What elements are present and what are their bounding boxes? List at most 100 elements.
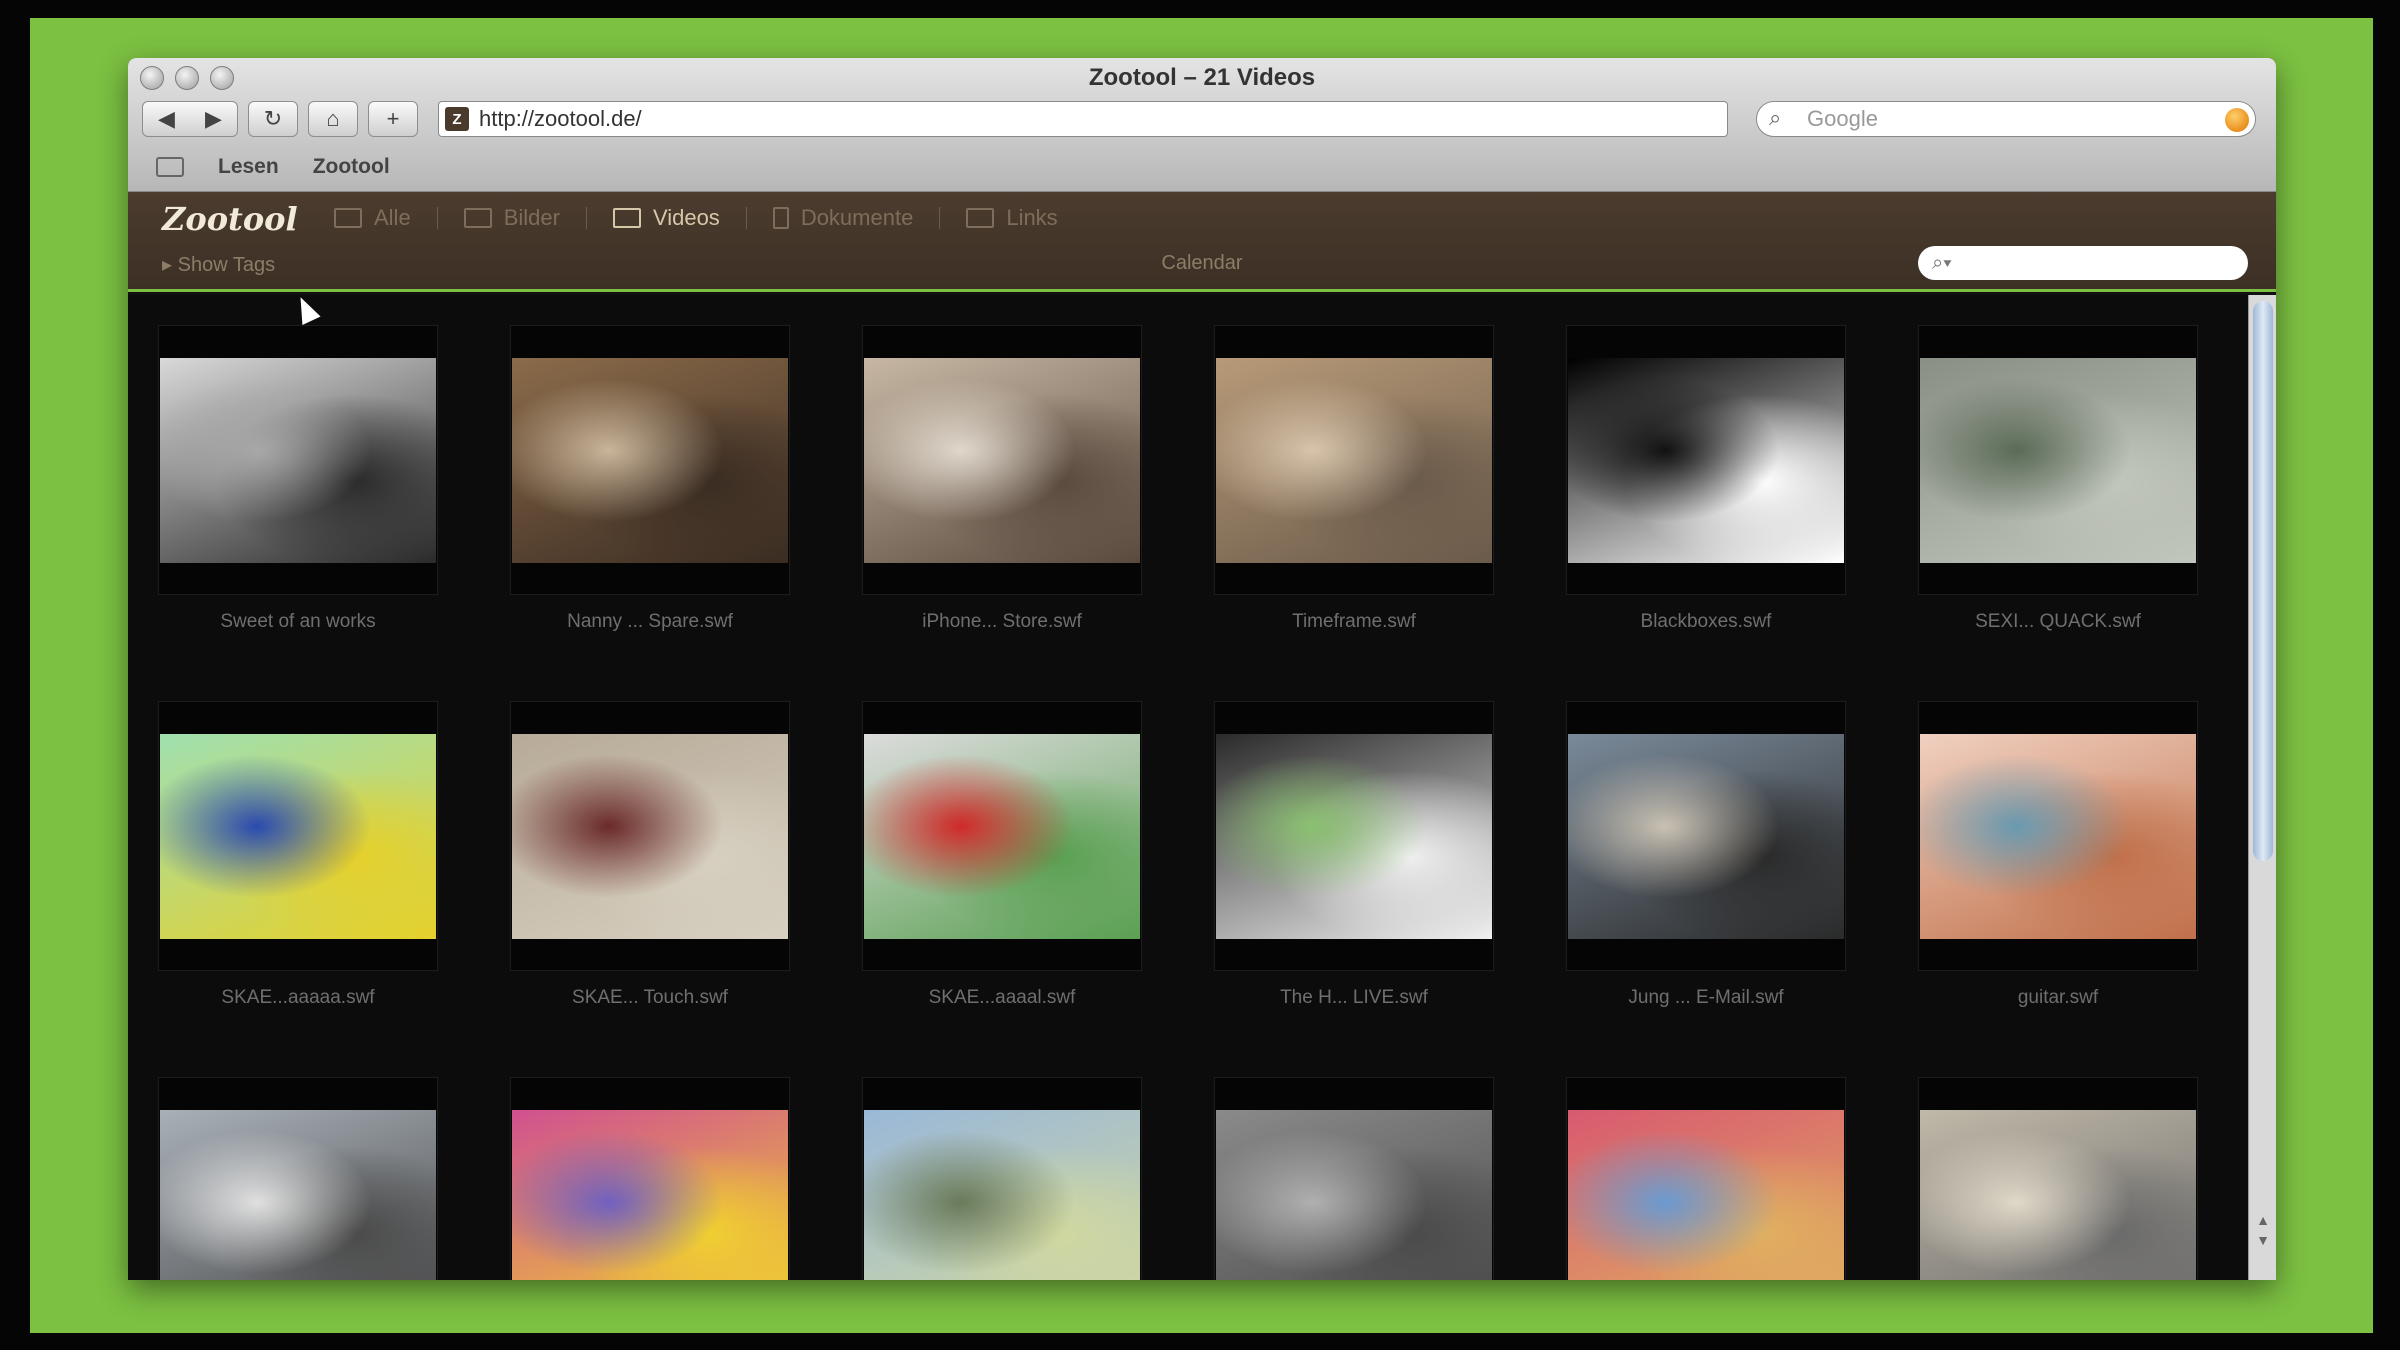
video-thumbnail-frame[interactable]: [862, 701, 1142, 971]
video-caption[interactable]: SEXI... QUACK.swf: [1918, 611, 2198, 633]
video-thumbnail-frame[interactable]: [862, 325, 1142, 595]
video-item[interactable]: Blackboxes.swf: [1566, 325, 1846, 645]
video-thumbnail[interactable]: [1568, 733, 1844, 939]
tab-label: Videos: [652, 205, 720, 230]
address-bar[interactable]: Z http://zootool.de/: [438, 101, 1728, 137]
video-item[interactable]: Nanny ... Spare.swf: [510, 325, 790, 645]
video-thumbnail[interactable]: [512, 1109, 788, 1280]
bookmark-lesen[interactable]: Lesen: [218, 155, 279, 179]
grid-icon: [334, 208, 362, 228]
video-caption[interactable]: Blackboxes.swf: [1566, 611, 1846, 633]
video-thumbnail-frame[interactable]: [1918, 1077, 2198, 1280]
video-item[interactable]: SEXI... QUACK.swf: [1918, 325, 2198, 645]
video-item[interactable]: SKAE...aaaaa.swf: [158, 701, 438, 1021]
back-forward-buttons[interactable]: ◀ ▶: [142, 101, 238, 137]
bookmark-zootool[interactable]: Zootool: [313, 155, 390, 179]
video-item[interactable]: Street.swf: [1214, 1077, 1494, 1280]
video-thumbnail[interactable]: [1216, 357, 1492, 563]
video-item[interactable]: iPhone... Store.swf: [862, 325, 1142, 645]
reload-button[interactable]: ↻: [248, 101, 298, 137]
video-thumbnail[interactable]: [160, 1109, 436, 1280]
video-thumbnail[interactable]: [512, 357, 788, 563]
video-item[interactable]: Rainbow.swf: [862, 1077, 1142, 1280]
video-thumbnail[interactable]: [1216, 733, 1492, 939]
search-icon: ⌕▾: [1932, 251, 1952, 274]
video-thumbnail-frame[interactable]: [1214, 701, 1494, 971]
video-thumbnail-frame[interactable]: [158, 701, 438, 971]
favicon-icon: Z: [445, 107, 469, 131]
video-grid: Sweet of an works Nanny ... Spare.swf iPho…: [158, 325, 2218, 1280]
video-item[interactable]: Sweet of an works: [158, 325, 438, 645]
back-arrow-icon[interactable]: ◀: [158, 106, 175, 132]
video-thumbnail-frame[interactable]: [158, 325, 438, 595]
bookmarks-book-icon[interactable]: [156, 157, 184, 177]
address-text[interactable]: http://zootool.de/: [479, 106, 642, 132]
video-caption[interactable]: SKAE...aaaal.swf: [862, 987, 1142, 1009]
video-item[interactable]: Paint.swf: [1566, 1077, 1846, 1280]
video-thumbnail-frame[interactable]: [862, 1077, 1142, 1280]
video-thumbnail[interactable]: [1568, 357, 1844, 563]
browser-search-field[interactable]: ⌕ Google: [1756, 101, 2256, 137]
video-thumbnail[interactable]: [1216, 1109, 1492, 1280]
tab-all[interactable]: Alle: [308, 198, 437, 238]
video-caption[interactable]: Sweet of an works: [158, 611, 438, 633]
video-grid-area: Sweet of an works Nanny ... Spare.swf iPho…: [128, 295, 2248, 1280]
home-button[interactable]: ⌂: [308, 101, 358, 137]
reload-icon: ↻: [263, 106, 283, 131]
video-thumbnail-frame[interactable]: [1566, 325, 1846, 595]
scroll-arrows[interactable]: ▲ ▼: [2253, 1210, 2273, 1250]
tab-links[interactable]: Links: [940, 198, 1083, 238]
tab-documents[interactable]: Dokumente: [747, 198, 940, 238]
video-item[interactable]: Jung ... E-Mail.swf: [1566, 701, 1846, 1021]
video-caption[interactable]: SKAE... Touch.swf: [510, 987, 790, 1009]
video-item[interactable]: SKAE...aaaal.swf: [862, 701, 1142, 1021]
video-caption[interactable]: Nanny ... Spare.swf: [510, 611, 790, 633]
video-caption[interactable]: SKAE...aaaaa.swf: [158, 987, 438, 1009]
video-thumbnail-frame[interactable]: [1566, 701, 1846, 971]
snapback-icon[interactable]: [2225, 108, 2249, 132]
video-thumbnail[interactable]: [864, 357, 1140, 563]
vertical-scrollbar[interactable]: ▲ ▼: [2248, 295, 2276, 1280]
video-thumbnail-frame[interactable]: [510, 325, 790, 595]
video-item[interactable]: Simpsons.swf: [510, 1077, 790, 1280]
video-thumbnail-frame[interactable]: [1566, 1077, 1846, 1280]
media-tabs: Alle Bilder Videos Dokumente Links: [308, 198, 1084, 238]
video-thumbnail[interactable]: [1568, 1109, 1844, 1280]
video-thumbnail[interactable]: [160, 357, 436, 563]
search-placeholder: Google: [1807, 106, 1878, 131]
tab-videos[interactable]: Videos: [587, 198, 746, 238]
video-thumbnail-frame[interactable]: [510, 701, 790, 971]
video-thumbnail-frame[interactable]: [1214, 325, 1494, 595]
video-thumbnail[interactable]: [1920, 733, 2196, 939]
video-thumbnail-frame[interactable]: [1214, 1077, 1494, 1280]
video-thumbnail[interactable]: [864, 733, 1140, 939]
tab-images[interactable]: Bilder: [438, 198, 586, 238]
video-item[interactable]: Guitar Player.swf: [158, 1077, 438, 1280]
video-thumbnail-frame[interactable]: [158, 1077, 438, 1280]
video-item[interactable]: Timeframe.swf: [1214, 325, 1494, 645]
video-thumbnail[interactable]: [1920, 357, 2196, 563]
video-caption[interactable]: guitar.swf: [1918, 987, 2198, 1009]
video-thumbnail-frame[interactable]: [1918, 325, 2198, 595]
video-thumbnail-frame[interactable]: [510, 1077, 790, 1280]
video-thumbnail[interactable]: [1920, 1109, 2196, 1280]
video-thumbnail[interactable]: [512, 733, 788, 939]
video-thumbnail-frame[interactable]: [1918, 701, 2198, 971]
app-search-input[interactable]: ⌕▾: [1918, 246, 2248, 280]
video-thumbnail[interactable]: [864, 1109, 1140, 1280]
scrollbar-thumb[interactable]: [2253, 301, 2273, 861]
zootool-header: Zootool Alle Bilder Videos Dokumente Lin…: [128, 192, 2276, 292]
video-item[interactable]: guitar.swf: [1918, 701, 2198, 1021]
browser-chrome: Zootool – 21 Videos ◀ ▶ ↻ ⌂ + Z http://z…: [128, 58, 2276, 192]
forward-arrow-icon[interactable]: ▶: [205, 106, 222, 132]
video-thumbnail[interactable]: [160, 733, 436, 939]
video-caption[interactable]: iPhone... Store.swf: [862, 611, 1142, 633]
video-item[interactable]: Office.swf: [1918, 1077, 2198, 1280]
video-caption[interactable]: The H... LIVE.swf: [1214, 987, 1494, 1009]
video-caption[interactable]: Timeframe.swf: [1214, 611, 1494, 633]
add-bookmark-button[interactable]: +: [368, 101, 418, 137]
video-item[interactable]: The H... LIVE.swf: [1214, 701, 1494, 1021]
zootool-logo[interactable]: Zootool: [162, 200, 298, 238]
video-item[interactable]: SKAE... Touch.swf: [510, 701, 790, 1021]
video-caption[interactable]: Jung ... E-Mail.swf: [1566, 987, 1846, 1009]
